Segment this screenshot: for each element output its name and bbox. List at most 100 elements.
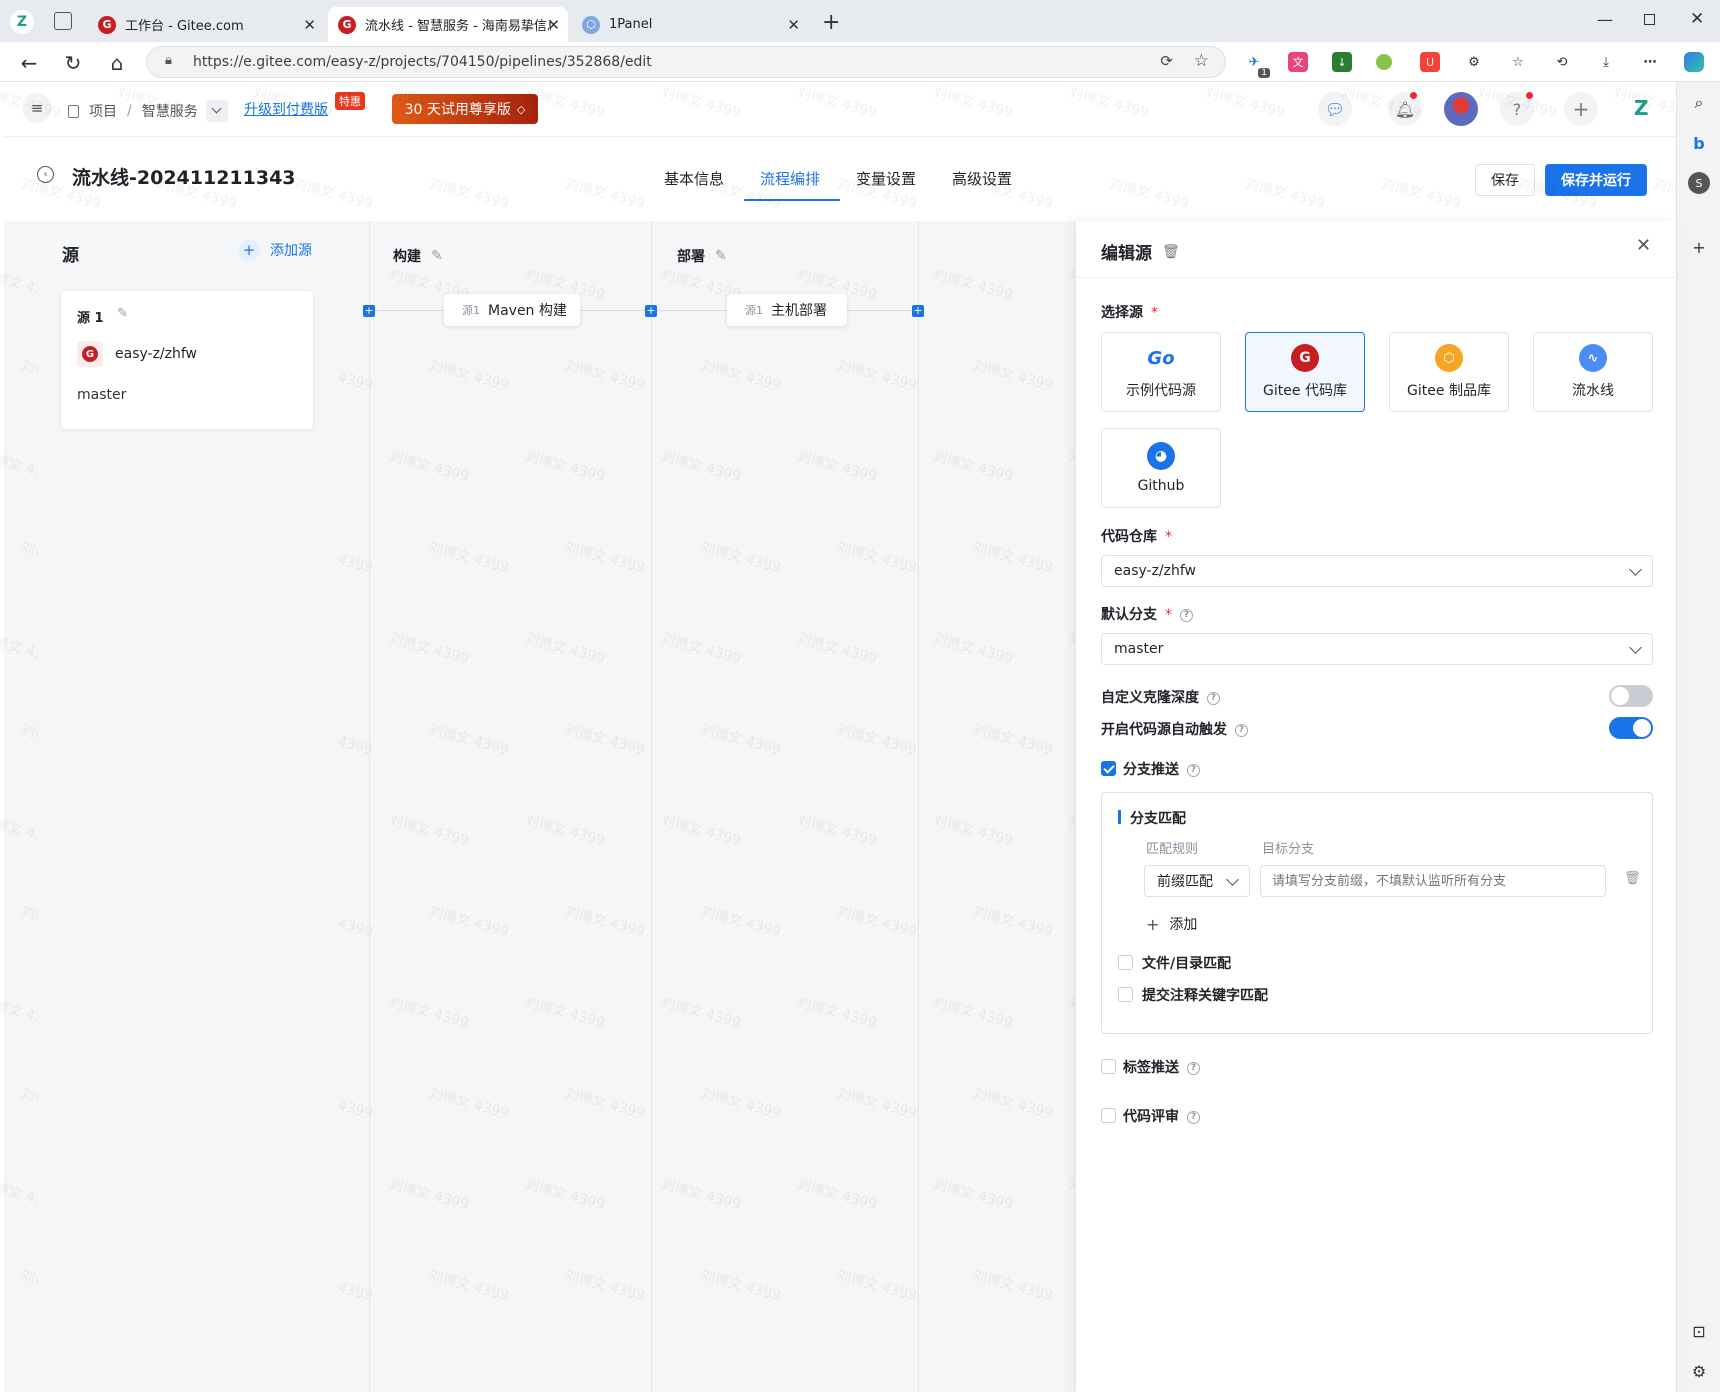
history-icon[interactable]: ⟲ bbox=[1552, 52, 1572, 72]
home-icon[interactable]: ⌂ bbox=[104, 50, 130, 76]
source-option-gitee-repo[interactable]: G Gitee 代码库 bbox=[1245, 332, 1365, 412]
gitee-z-logo-icon[interactable]: Z bbox=[1634, 96, 1649, 120]
help-icon[interactable]: ? bbox=[1207, 691, 1220, 705]
trash-icon[interactable]: 🗑︎ bbox=[1162, 244, 1180, 260]
extension-circle-icon[interactable] bbox=[1376, 54, 1392, 70]
add-sidebar-app-icon[interactable]: + bbox=[1688, 236, 1710, 258]
source-option-gitee-artifact[interactable]: ⬡ Gitee 制品库 bbox=[1389, 332, 1509, 412]
add-stage-plus-icon[interactable]: + bbox=[363, 305, 375, 317]
upgrade-link[interactable]: 升级到付费版 bbox=[244, 99, 328, 119]
repo-select[interactable]: easy-z/zhfw bbox=[1101, 555, 1653, 587]
edit-icon[interactable]: ✎ bbox=[117, 306, 128, 321]
delete-rule-trash-icon[interactable]: 🗑︎ bbox=[1624, 871, 1641, 886]
tab-workbench[interactable]: G 工作台 - Gitee.com ✕ bbox=[88, 7, 324, 42]
edge-profile-icon[interactable]: Z bbox=[10, 10, 34, 34]
close-icon[interactable]: ✕ bbox=[303, 16, 316, 34]
create-plus-icon[interactable]: + bbox=[1564, 92, 1598, 126]
add-source-button[interactable]: + 添加源 bbox=[238, 239, 312, 261]
maximize-icon[interactable] bbox=[1644, 14, 1655, 25]
edit-icon[interactable]: ✎ bbox=[431, 248, 443, 264]
tab-1panel[interactable]: ⬡ 1Panel ✕ bbox=[572, 7, 808, 42]
favorite-star-icon[interactable]: ☆ bbox=[1194, 51, 1209, 71]
trial-button[interactable]: 30 天试用尊享版 ◇ bbox=[392, 94, 538, 124]
breadcrumb-project[interactable]: 项目 bbox=[89, 101, 117, 121]
job-card-host-deploy[interactable]: 源1 主机部署 bbox=[727, 294, 847, 326]
workspaces-icon[interactable] bbox=[54, 12, 72, 30]
auto-trigger-toggle[interactable] bbox=[1609, 717, 1653, 739]
help-icon[interactable]: ? bbox=[1235, 723, 1248, 737]
settings-gear-icon[interactable]: ⚙ bbox=[1688, 1360, 1710, 1382]
stage-divider bbox=[918, 221, 919, 1392]
add-stage-plus-icon[interactable]: + bbox=[912, 305, 924, 317]
bing-icon[interactable]: b bbox=[1688, 132, 1710, 154]
help-icon[interactable]: ? bbox=[1187, 763, 1200, 777]
file-match-checkbox[interactable] bbox=[1118, 955, 1133, 970]
search-icon[interactable]: ⌕ bbox=[1688, 92, 1710, 114]
extension-download-icon[interactable]: ↓ bbox=[1332, 52, 1352, 72]
avatar[interactable] bbox=[1444, 92, 1478, 126]
edit-icon[interactable]: ✎ bbox=[715, 248, 727, 264]
more-menu-icon[interactable]: ⋯ bbox=[1640, 52, 1660, 72]
code-review-checkbox[interactable] bbox=[1101, 1108, 1116, 1123]
sidebar-app-icon[interactable]: S bbox=[1688, 172, 1710, 194]
read-aloud-icon[interactable]: ⟳ bbox=[1160, 52, 1173, 70]
match-rule-select[interactable]: 前缀匹配 bbox=[1144, 865, 1250, 897]
target-branch-input[interactable] bbox=[1260, 865, 1606, 897]
commit-keyword-label: 提交注释关键字匹配 bbox=[1142, 988, 1268, 1004]
branch-select[interactable]: master bbox=[1101, 633, 1653, 665]
close-panel-icon[interactable]: ✕ bbox=[1636, 235, 1651, 256]
close-icon[interactable]: ✕ bbox=[787, 16, 800, 34]
breadcrumb-service[interactable]: 智慧服务 bbox=[142, 101, 198, 121]
chevron-down-icon[interactable] bbox=[205, 100, 228, 122]
tab-title: 1Panel bbox=[609, 17, 653, 32]
extensions-puzzle-icon[interactable]: ⚙ bbox=[1464, 52, 1484, 72]
extension-shield-icon[interactable]: U bbox=[1420, 52, 1440, 72]
source-option-example[interactable]: Go 示例代码源 bbox=[1101, 332, 1221, 412]
add-stage-plus-icon[interactable]: + bbox=[645, 305, 657, 317]
source-card[interactable]: 源 1 ✎ G easy-z/zhfw master bbox=[61, 291, 313, 429]
tab-advanced[interactable]: 高级设置 bbox=[952, 168, 1012, 189]
chat-icon[interactable]: 💬︎ bbox=[1318, 92, 1352, 126]
refresh-icon[interactable]: ↻ bbox=[60, 50, 86, 76]
add-rule-button[interactable]: + 添加 bbox=[1146, 914, 1197, 934]
branch-push-checkbox[interactable] bbox=[1101, 761, 1116, 776]
tab-active-underline bbox=[744, 199, 840, 201]
menu-icon[interactable]: ≡ bbox=[22, 93, 52, 123]
help-icon[interactable]: ? bbox=[1187, 1061, 1200, 1075]
bell-icon[interactable]: 🔔︎ bbox=[1388, 92, 1422, 126]
copilot-icon[interactable] bbox=[1684, 52, 1704, 72]
tab-flow-orchestration[interactable]: 流程编排 bbox=[760, 168, 820, 189]
save-and-run-button[interactable]: 保存并运行 bbox=[1545, 164, 1647, 196]
clone-depth-toggle[interactable] bbox=[1609, 685, 1653, 707]
minimize-icon[interactable]: — bbox=[1597, 10, 1613, 29]
job-card-maven-build[interactable]: 源1 Maven 构建 bbox=[444, 294, 580, 326]
downloads-icon[interactable]: ⤓ bbox=[1596, 52, 1616, 72]
help-icon[interactable]: ? bbox=[1180, 608, 1193, 622]
extension-bird-icon[interactable]: ✈ 1 bbox=[1244, 52, 1270, 78]
back-circle-icon[interactable]: ‹ bbox=[37, 166, 54, 183]
new-tab-icon[interactable]: + bbox=[822, 10, 840, 35]
tag-push-checkbox[interactable] bbox=[1101, 1059, 1116, 1074]
tab-pipeline[interactable]: G 流水线 - 智慧服务 - 海南易挚信息 ✕ bbox=[328, 7, 568, 42]
source-option-github[interactable]: ◕ Github bbox=[1101, 428, 1221, 508]
url-field[interactable]: 🔒︎ https://e.gitee.com/easy-z/projects/7… bbox=[146, 46, 1226, 78]
favorites-icon[interactable]: ☆ bbox=[1508, 52, 1528, 72]
help-icon[interactable]: ? bbox=[1187, 1110, 1200, 1124]
panel-title: 编辑源 🗑︎ bbox=[1101, 243, 1180, 265]
tab-variables[interactable]: 变量设置 bbox=[856, 168, 916, 189]
job-source-tag: 源1 bbox=[462, 304, 480, 317]
close-icon[interactable]: ✕ bbox=[547, 16, 560, 34]
1panel-favicon-icon: ⬡ bbox=[582, 15, 600, 34]
close-window-icon[interactable]: ✕ bbox=[1690, 9, 1704, 29]
extension-translate-icon[interactable]: 文 bbox=[1288, 52, 1308, 72]
back-icon[interactable]: ← bbox=[16, 50, 42, 76]
chevron-down-icon bbox=[1629, 563, 1642, 576]
save-button[interactable]: 保存 bbox=[1475, 164, 1535, 196]
edge-sidebar: ⌕ b S + ⊡ ⚙ bbox=[1676, 82, 1720, 1392]
tab-basic-info[interactable]: 基本信息 bbox=[664, 168, 724, 189]
screenshot-icon[interactable]: ⊡ bbox=[1688, 1320, 1710, 1342]
source-option-pipeline[interactable]: ∿ 流水线 bbox=[1533, 332, 1653, 412]
job-name: 主机部署 bbox=[771, 303, 827, 319]
commit-keyword-checkbox[interactable] bbox=[1118, 987, 1133, 1002]
panel-header-divider bbox=[1076, 277, 1677, 278]
